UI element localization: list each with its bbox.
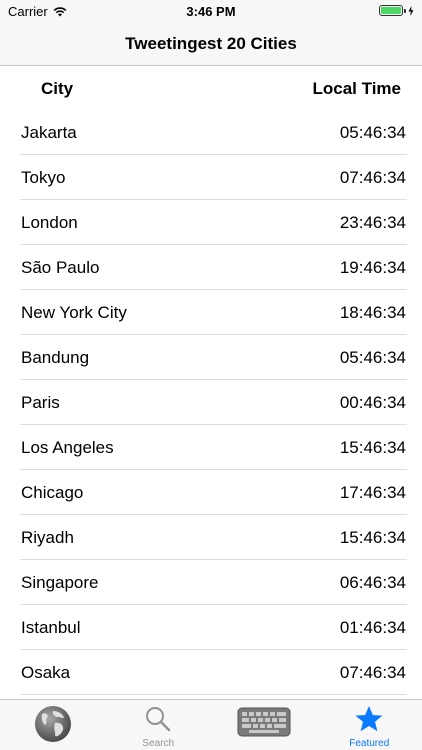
column-header-city: City	[41, 79, 74, 98]
battery-level	[381, 7, 401, 14]
city-name: Paris	[21, 393, 60, 412]
status-time: 3:46 PM	[186, 4, 236, 19]
city-name: Jakarta	[21, 123, 77, 142]
local-time: 00:46:34	[339, 393, 406, 412]
table-row[interactable]: Los Angeles 15:46:34	[0, 425, 422, 470]
city-name: Los Angeles	[21, 438, 114, 457]
city-name: Riyadh	[21, 528, 74, 547]
city-name: Bandung	[21, 348, 90, 367]
table-row[interactable]: Jakarta 05:46:34	[0, 110, 422, 155]
local-time: 17:46:34	[339, 483, 406, 502]
local-time: 06:46:34	[339, 573, 406, 592]
city-name: Istanbul	[21, 618, 81, 637]
tab-featured-label: Featured	[349, 738, 390, 749]
tab-globe[interactable]	[0, 700, 106, 750]
navigation-bar: Tweetingest 20 Cities	[0, 22, 422, 66]
table-row[interactable]: São Paulo 19:46:34	[0, 245, 422, 290]
table-row[interactable]: Bandung 05:46:34	[0, 335, 422, 380]
tab-featured[interactable]: Featured	[317, 700, 422, 750]
city-list: Jakarta 05:46:34 Tokyo 07:46:34 London 2…	[0, 110, 422, 695]
city-name: Chicago	[21, 483, 84, 502]
table-row[interactable]: Riyadh 15:46:34	[0, 515, 422, 560]
search-icon	[143, 704, 173, 737]
status-right	[379, 5, 414, 16]
table-header: City Local Time	[0, 66, 422, 110]
city-name: Osaka	[21, 663, 71, 682]
local-time: 01:46:34	[339, 618, 406, 637]
local-time: 23:46:34	[339, 213, 406, 232]
city-name: São Paulo	[21, 258, 100, 277]
globe-icon	[33, 704, 73, 747]
page-title: Tweetingest 20 Cities	[125, 34, 297, 53]
table-row[interactable]: Tokyo 07:46:34	[0, 155, 422, 200]
table-row[interactable]: Istanbul 01:46:34	[0, 605, 422, 650]
tab-search[interactable]: Search	[106, 700, 212, 750]
table-row[interactable]: Singapore 06:46:34	[0, 560, 422, 605]
local-time: 18:46:34	[339, 303, 406, 322]
star-icon	[354, 704, 384, 737]
battery-tip	[404, 8, 406, 13]
table-row[interactable]: Osaka 07:46:34	[0, 650, 422, 695]
tab-keyboard[interactable]	[211, 700, 317, 750]
local-time: 15:46:34	[339, 438, 406, 457]
local-time: 19:46:34	[339, 258, 406, 277]
local-time: 15:46:34	[339, 528, 406, 547]
tab-bar: Search Featured	[0, 699, 422, 750]
city-name: London	[21, 213, 78, 232]
local-time: 05:46:34	[339, 348, 406, 367]
status-bar: Carrier 3:46 PM	[0, 0, 422, 22]
city-name: Singapore	[21, 573, 99, 592]
city-name: Tokyo	[21, 168, 66, 187]
column-header-local-time: Local Time	[312, 79, 402, 98]
city-name: New York City	[21, 303, 127, 322]
table-row[interactable]: Paris 00:46:34	[0, 380, 422, 425]
local-time: 07:46:34	[339, 168, 406, 187]
table-row[interactable]: London 23:46:34	[0, 200, 422, 245]
battery-icon	[379, 5, 403, 16]
keyboard-icon	[237, 707, 291, 740]
local-time: 07:46:34	[339, 663, 406, 682]
local-time: 05:46:34	[339, 123, 406, 142]
charging-icon	[408, 5, 414, 16]
table-row[interactable]: New York City 18:46:34	[0, 290, 422, 335]
table-row[interactable]: Chicago 17:46:34	[0, 470, 422, 515]
tab-search-label: Search	[142, 738, 175, 749]
